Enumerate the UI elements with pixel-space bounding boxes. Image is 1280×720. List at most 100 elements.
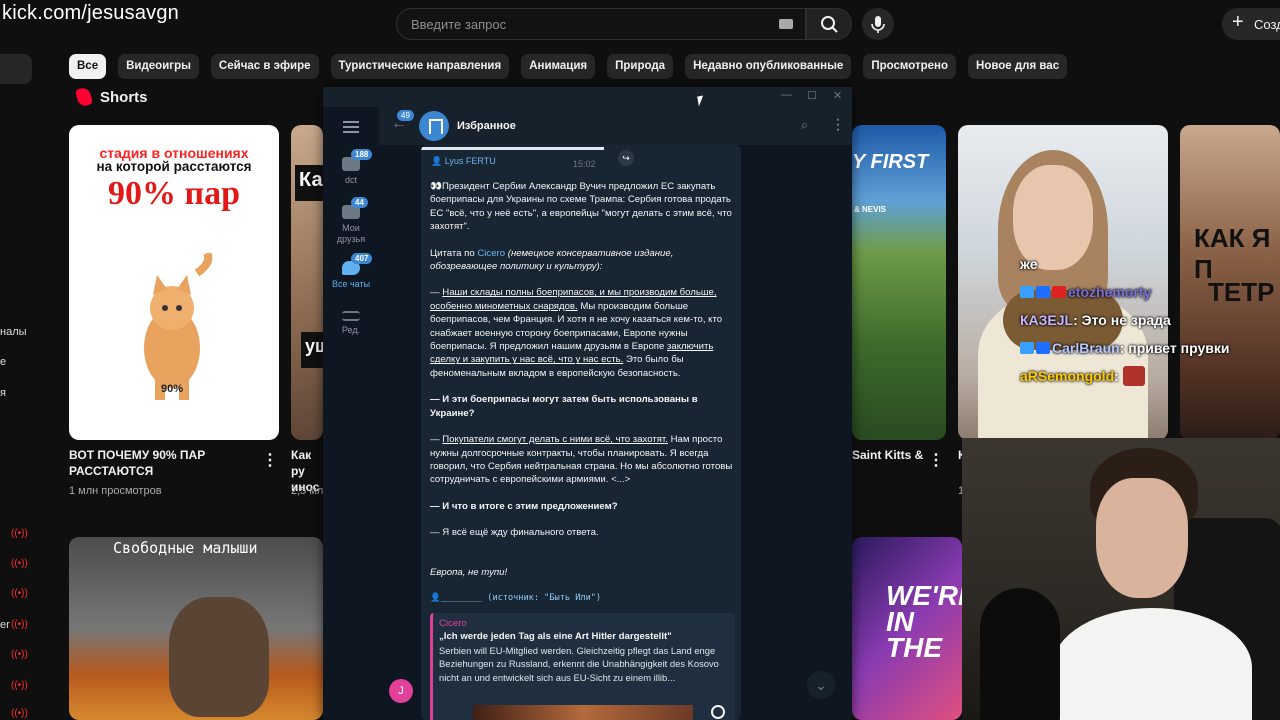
chip-videogames[interactable]: Видеоигры bbox=[118, 54, 199, 79]
chat-text: : bbox=[1114, 368, 1119, 384]
link[interactable]: Cicero bbox=[477, 248, 505, 259]
cat-illustration bbox=[144, 253, 213, 400]
thumbnail-text: WE'RE IN THE bbox=[886, 580, 962, 663]
link-preview-image[interactable] bbox=[473, 705, 693, 720]
webcam-feed bbox=[962, 438, 1280, 720]
keyboard-icon[interactable] bbox=[779, 19, 793, 29]
folder-all-chats[interactable]: 407 Все чаты bbox=[323, 253, 379, 289]
link-preview-source: Cicero bbox=[439, 618, 467, 629]
folder-friends[interactable]: 44 Мои друзья bbox=[323, 197, 379, 245]
search-button[interactable] bbox=[806, 8, 852, 40]
short-views: 2,5 мл bbox=[291, 485, 323, 497]
chip-recent[interactable]: Недавно опубликованные bbox=[685, 54, 852, 79]
live-icon: ((•)) bbox=[11, 649, 28, 660]
chat-badge-icon bbox=[1020, 286, 1034, 298]
sidebar-item-fragment[interactable]: я bbox=[0, 387, 6, 399]
chip-all[interactable]: Все bbox=[69, 54, 107, 79]
close-button[interactable]: ✕ bbox=[833, 89, 842, 102]
unread-badge: 44 bbox=[351, 197, 368, 208]
link-preview[interactable]: Cicero „Ich werde jeden Tag als eine Art… bbox=[430, 613, 735, 720]
message-text: 👀Президент Сербии Александр Вучич предло… bbox=[430, 180, 735, 618]
folder-sidebar: 188 dct 44 Мои друзья 407 Все чаты Ред. bbox=[323, 107, 379, 720]
avatar[interactable]: J bbox=[389, 679, 413, 703]
maximize-button[interactable]: ☐ bbox=[807, 89, 817, 102]
search-icon[interactable]: ⌕ bbox=[801, 117, 808, 133]
bookmark-icon bbox=[419, 111, 449, 141]
folder-label: Все чаты bbox=[331, 279, 371, 289]
folder-edit[interactable]: Ред. bbox=[323, 311, 379, 335]
voice-search-button[interactable] bbox=[862, 8, 894, 40]
forwarded-from[interactable]: 👤 Lyus FERTU bbox=[431, 156, 496, 167]
window-titlebar[interactable]: — ☐ ✕ bbox=[323, 87, 852, 107]
sidebar-item-fragment[interactable]: er bbox=[0, 619, 10, 631]
more-vert-icon[interactable]: ⋮ bbox=[262, 450, 278, 470]
chat-username: etozhemorty bbox=[1068, 284, 1152, 300]
stream-chat-overlay: же etozhemorty КАЗEJL : Это не зрада Car… bbox=[1020, 250, 1280, 390]
shorts-title: Shorts bbox=[100, 88, 148, 106]
underlined-text: Покупатели смогут делать с ними всё, что… bbox=[442, 434, 668, 446]
paragraph: 👤________ (источник: "Быть Или") bbox=[430, 592, 602, 603]
shorts-icon bbox=[74, 86, 94, 108]
message-time: 15:02 bbox=[573, 159, 596, 169]
short-thumbnail[interactable]: Ка уш bbox=[291, 125, 323, 440]
short-title[interactable]: ВОТ ПОЧЕМУ 90% ПАР РАССТАЮТСЯ bbox=[69, 447, 249, 479]
chat-message: же bbox=[1020, 250, 1280, 278]
search-icon bbox=[821, 16, 838, 33]
short-thumbnail[interactable]: Свободные малыши bbox=[69, 537, 323, 720]
chip-travel[interactable]: Туристические направления bbox=[330, 54, 510, 79]
create-label: Создать bbox=[1254, 17, 1280, 32]
microphone bbox=[980, 588, 1060, 720]
folder-dct[interactable]: 188 dct bbox=[323, 149, 379, 185]
paragraph: Цитата по Cicero (немецкое консервативно… bbox=[430, 247, 735, 274]
folder-label: Мои друзья bbox=[336, 223, 366, 244]
emote-icon bbox=[1122, 366, 1145, 386]
chat-message: aRSemongold : bbox=[1020, 362, 1280, 390]
chat-text: : Это не зрада bbox=[1073, 312, 1171, 328]
filter-chips: Все Видеоигры Сейчас в эфире Туристическ… bbox=[69, 54, 1068, 79]
unread-badge: 49 bbox=[397, 110, 414, 121]
create-button[interactable]: + Создать bbox=[1222, 8, 1280, 40]
zoom-icon[interactable] bbox=[711, 705, 725, 719]
paragraph: 👀Президент Сербии Александр Вучич предло… bbox=[430, 181, 732, 233]
minimize-button[interactable]: — bbox=[781, 89, 792, 101]
sidebar-item-fragment[interactable]: налы bbox=[0, 326, 27, 338]
short-thumbnail[interactable]: Y FIRST & NEVIS bbox=[852, 125, 946, 440]
chip-animation[interactable]: Анимация bbox=[521, 54, 596, 79]
chat-badge-icon bbox=[1052, 286, 1066, 298]
message-bubble[interactable]: 👤 Lyus FERTU 15:02 👀Президент Сербии Але… bbox=[421, 145, 741, 720]
chat-message: КАЗEJL : Это не зрада bbox=[1020, 306, 1280, 334]
plus-icon: + bbox=[1232, 11, 1244, 33]
chip-nature[interactable]: Природа bbox=[607, 54, 674, 79]
search-placeholder: Введите запрос bbox=[411, 17, 507, 32]
text: — bbox=[430, 287, 443, 299]
message-area[interactable]: 👤 Lyus FERTU 15:02 👀Президент Сербии Але… bbox=[379, 145, 852, 720]
more-vert-icon[interactable]: ⋮ bbox=[831, 116, 845, 133]
paragraph: — Я всё ещё жду финального ответа. bbox=[430, 527, 599, 539]
link-preview-title: „Ich werde jeden Tag als eine Art Hitler… bbox=[439, 631, 672, 642]
chat-username: CarlBraun bbox=[1052, 340, 1120, 356]
paragraph: — И что в итоге с этим предложением? bbox=[430, 500, 618, 512]
share-icon[interactable]: ↪ bbox=[618, 150, 634, 166]
chip-watched[interactable]: Просмотрено bbox=[863, 54, 957, 79]
more-vert-icon[interactable]: ⋮ bbox=[928, 450, 944, 470]
chip-live[interactable]: Сейчас в эфире bbox=[210, 54, 319, 79]
short-title[interactable]: Saint Kitts & bbox=[852, 447, 932, 463]
live-icon: ((•)) bbox=[11, 619, 28, 630]
sidebar-item-fragment[interactable]: е bbox=[0, 356, 6, 368]
short-thumbnail[interactable]: стадия в отношениях на которой расстаютс… bbox=[69, 125, 279, 440]
unread-badge: 407 bbox=[351, 253, 373, 264]
hamburger-menu-icon[interactable] bbox=[343, 121, 359, 133]
thumbnail-text: на которой расстаются bbox=[96, 159, 252, 174]
chat-title[interactable]: Избранное bbox=[457, 120, 516, 132]
chip-new-for-you[interactable]: Новое для вас bbox=[968, 54, 1068, 79]
short-thumbnail[interactable]: WE'RE IN THE bbox=[852, 537, 962, 720]
telegram-window: — ☐ ✕ 188 dct 44 Мои друзья 407 Все чаты… bbox=[323, 87, 852, 720]
search-input[interactable]: Введите запрос bbox=[396, 8, 806, 40]
live-icon: ((•)) bbox=[11, 528, 28, 539]
chat-text: же bbox=[1020, 256, 1038, 272]
scroll-down-button[interactable]: ⌄ bbox=[807, 671, 835, 699]
sidebar-selected-item[interactable] bbox=[0, 54, 32, 84]
thumbnail-text: Y FIRST bbox=[852, 151, 929, 173]
chat-text: : привет прувки bbox=[1119, 340, 1230, 356]
unread-badge: 188 bbox=[351, 149, 373, 160]
